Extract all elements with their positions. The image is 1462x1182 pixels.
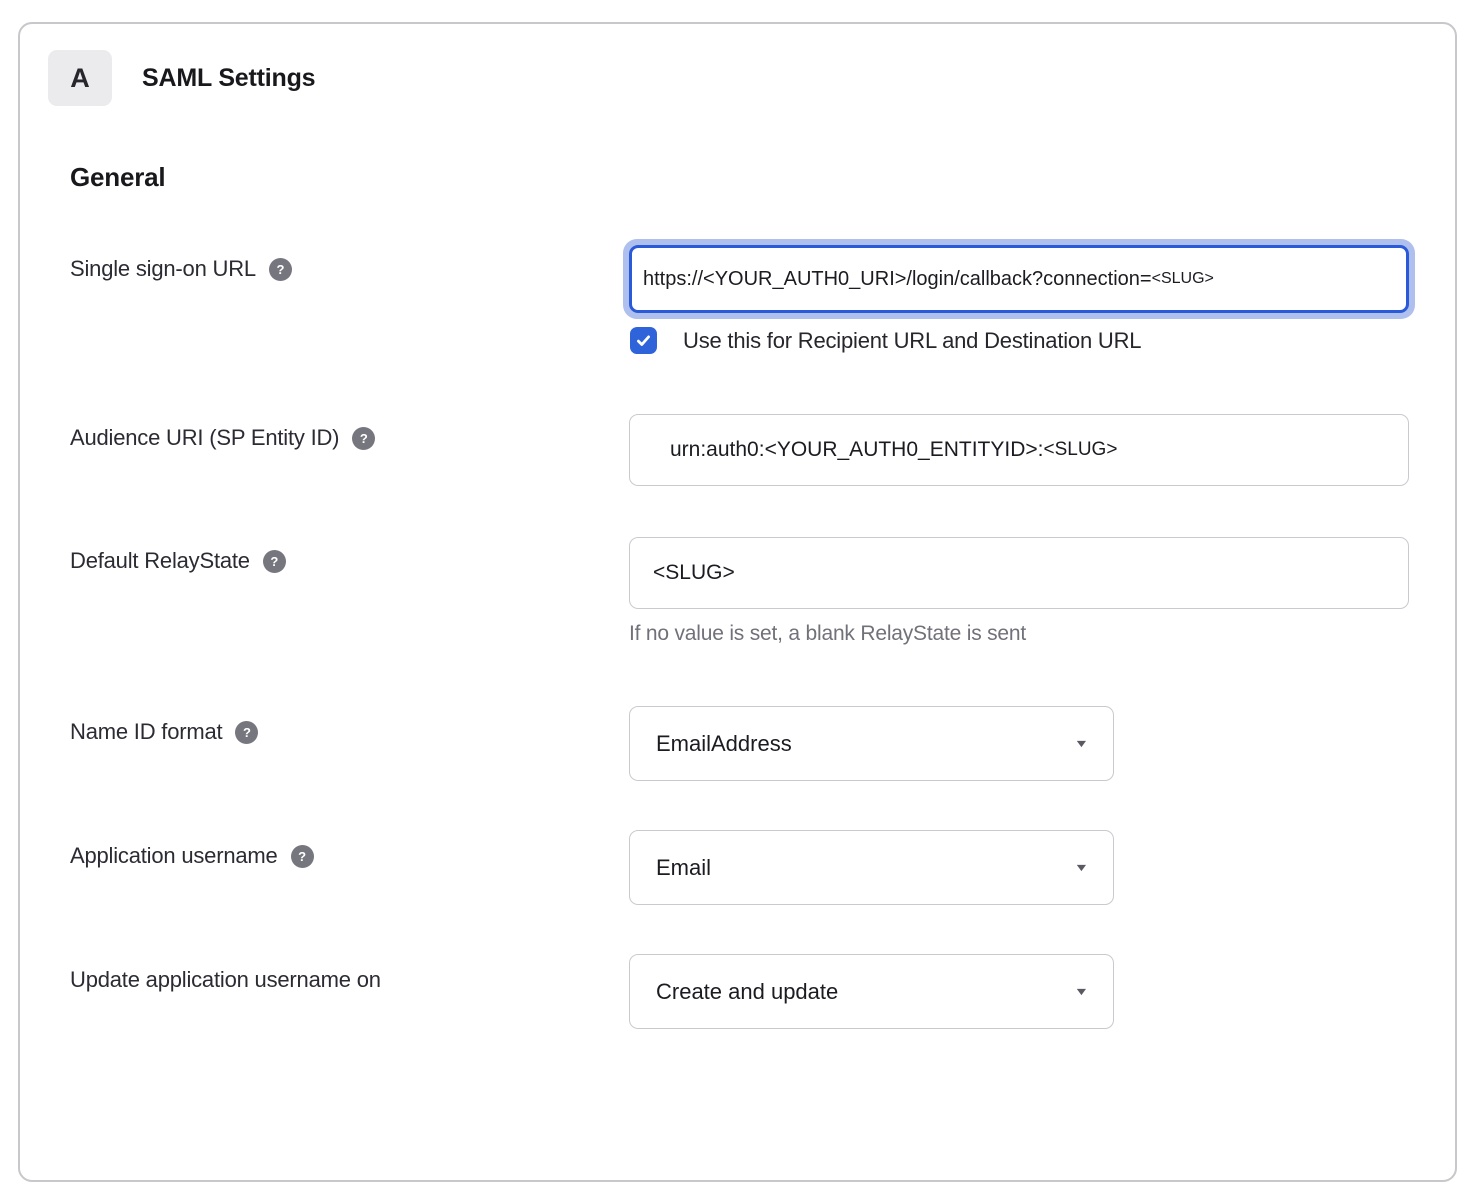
field-row-relaystate: Default RelayState ? <SLUG> If no value … [20, 537, 1455, 646]
sso-url-slug: <SLUG> [1152, 270, 1214, 288]
name-id-format-select[interactable]: EmailAddress ▼ [629, 706, 1114, 781]
chevron-down-icon: ▼ [1074, 861, 1090, 873]
update-username-select[interactable]: Create and update ▼ [629, 954, 1114, 1029]
chevron-down-icon: ▼ [1074, 985, 1090, 997]
sso-url-label: Single sign-on URL [70, 256, 256, 282]
audience-uri-value: urn:auth0:<YOUR_AUTH0_ENTITYID>: [670, 438, 1043, 462]
relaystate-helper-text: If no value is set, a blank RelayState i… [629, 622, 1409, 646]
audience-uri-slug: <SLUG> [1043, 439, 1117, 461]
field-row-update-username: Update application username on Create an… [20, 954, 1455, 1029]
relaystate-label: Default RelayState [70, 548, 250, 574]
application-username-select[interactable]: Email ▼ [629, 830, 1114, 905]
update-username-value: Create and update [656, 979, 838, 1005]
help-icon[interactable]: ? [235, 721, 258, 744]
chevron-down-icon: ▼ [1074, 737, 1090, 749]
relaystate-value: <SLUG> [653, 561, 735, 585]
help-icon[interactable]: ? [291, 845, 314, 868]
field-row-name-id-format: Name ID format ? EmailAddress ▼ [20, 706, 1455, 781]
sso-url-focus-ring: https://<YOUR_AUTH0_URI>/login/callback?… [623, 239, 1415, 319]
field-row-application-username: Application username ? Email ▼ [20, 830, 1455, 905]
saml-settings-card: A SAML Settings General Single sign-on U… [18, 22, 1457, 1182]
help-icon[interactable]: ? [263, 550, 286, 573]
recipient-url-checkbox[interactable] [630, 327, 657, 354]
section-badge: A [48, 50, 112, 106]
update-username-label: Update application username on [70, 967, 381, 993]
card-header: A SAML Settings [48, 50, 1455, 106]
name-id-format-value: EmailAddress [656, 731, 792, 757]
audience-uri-label: Audience URI (SP Entity ID) [70, 425, 339, 451]
application-username-value: Email [656, 855, 711, 881]
field-row-audience: Audience URI (SP Entity ID) ? urn:auth0:… [20, 414, 1455, 486]
help-icon[interactable]: ? [269, 258, 292, 281]
application-username-label: Application username [70, 843, 278, 869]
name-id-format-label: Name ID format [70, 719, 222, 745]
checkmark-icon [635, 332, 652, 349]
page-title: SAML Settings [142, 64, 315, 93]
help-icon[interactable]: ? [352, 427, 375, 450]
recipient-url-check-row: Use this for Recipient URL and Destinati… [630, 327, 1415, 354]
audience-uri-input[interactable]: urn:auth0:<YOUR_AUTH0_ENTITYID>:<SLUG> [629, 414, 1409, 486]
sso-url-value: https://<YOUR_AUTH0_URI>/login/callback?… [643, 268, 1152, 291]
recipient-url-checkbox-label: Use this for Recipient URL and Destinati… [683, 328, 1141, 354]
field-row-sso: Single sign-on URL ? https://<YOUR_AUTH0… [20, 239, 1455, 354]
general-heading: General [70, 162, 1455, 193]
relaystate-input[interactable]: <SLUG> [629, 537, 1409, 609]
sso-url-input[interactable]: https://<YOUR_AUTH0_URI>/login/callback?… [629, 245, 1409, 313]
